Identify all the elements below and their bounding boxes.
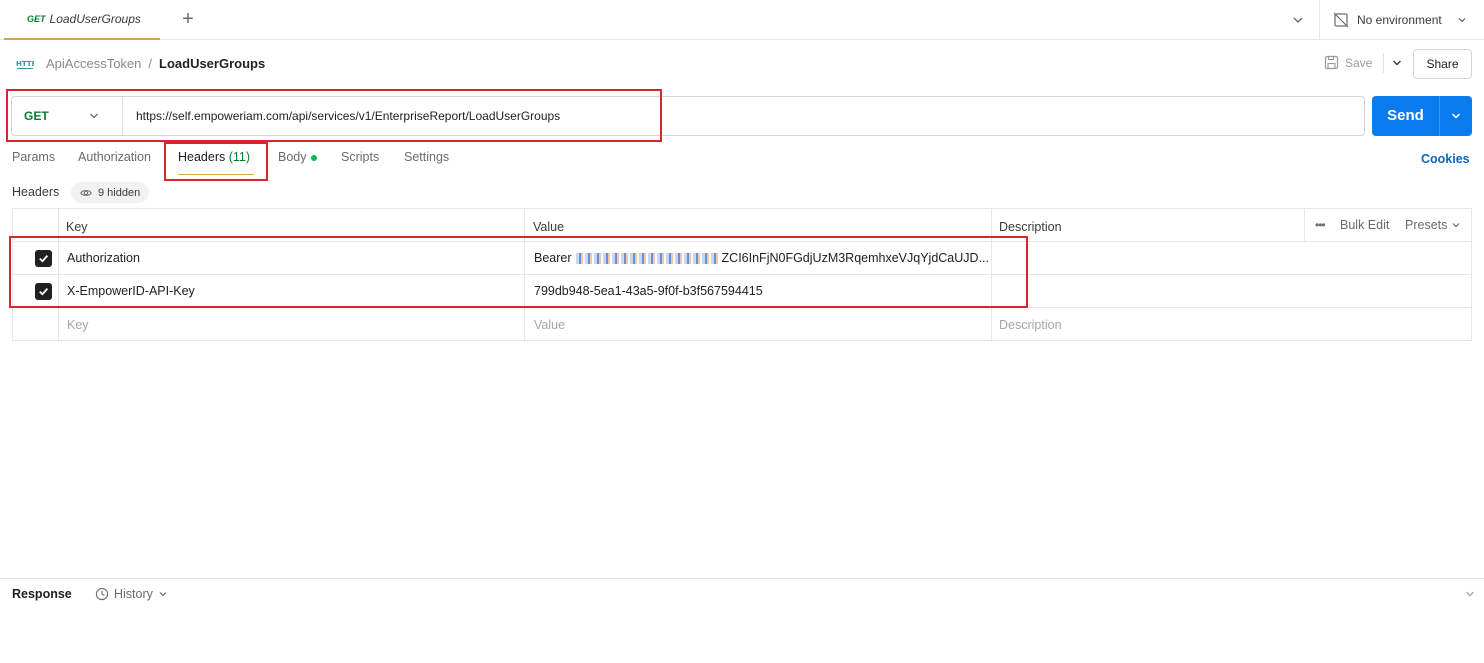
request-tab[interactable]: GET LoadUserGroups bbox=[4, 0, 160, 40]
bulk-edit-button[interactable]: Bulk Edit bbox=[1340, 209, 1389, 241]
history-dropdown[interactable]: History bbox=[95, 587, 173, 601]
tab-scripts[interactable]: Scripts bbox=[341, 150, 379, 164]
body-status-dot-icon bbox=[310, 154, 317, 161]
environment-selector[interactable]: No environment bbox=[1333, 10, 1476, 30]
active-tab-underline bbox=[178, 174, 254, 175]
tab-body[interactable]: Body bbox=[278, 150, 317, 164]
breadcrumb: HTTP ApiAccessToken / LoadUserGroups bbox=[16, 52, 265, 74]
history-icon bbox=[95, 587, 109, 601]
share-button[interactable]: Share bbox=[1413, 49, 1472, 79]
table-row: X-EmpowerID-API-Key 799db948-5ea1-43a5-9… bbox=[13, 275, 1471, 308]
cookies-link[interactable]: Cookies bbox=[1421, 152, 1470, 166]
breadcrumb-parent[interactable]: ApiAccessToken bbox=[46, 56, 141, 71]
save-label: Save bbox=[1345, 55, 1373, 70]
svg-text:HTTP: HTTP bbox=[16, 60, 34, 68]
response-collapse-chevron-down-icon[interactable] bbox=[1464, 588, 1476, 600]
send-button-group: Send bbox=[1372, 96, 1472, 136]
breadcrumb-separator: / bbox=[148, 55, 153, 71]
tab-headers-count: (11) bbox=[228, 150, 251, 164]
redacted-token-segment bbox=[575, 252, 720, 264]
tab-authorization[interactable]: Authorization bbox=[78, 150, 151, 164]
table-row-empty: Key Value Description bbox=[13, 308, 1471, 341]
header-key[interactable]: X-EmpowerID-API-Key bbox=[67, 275, 195, 307]
checkbox-checked-icon bbox=[35, 249, 52, 267]
tab-headers[interactable]: Headers (11) bbox=[178, 150, 250, 164]
new-description-input[interactable]: Description bbox=[999, 308, 1062, 341]
history-label: History bbox=[114, 587, 153, 601]
tab-title: LoadUserGroups bbox=[49, 12, 141, 26]
tab-settings[interactable]: Settings bbox=[404, 150, 449, 164]
history-chevron-down-icon bbox=[159, 592, 167, 597]
save-options-chevron-down-icon[interactable] bbox=[1383, 53, 1403, 73]
tab-method: GET bbox=[27, 14, 46, 24]
headers-section-label: Headers bbox=[12, 185, 60, 199]
send-button[interactable]: Send bbox=[1372, 96, 1439, 136]
method-label: GET bbox=[24, 109, 49, 123]
more-options-icon[interactable]: ••• bbox=[1315, 209, 1326, 241]
new-value-input[interactable]: Value bbox=[534, 308, 565, 341]
send-options-chevron-down-icon[interactable] bbox=[1439, 96, 1472, 136]
method-chevron-down-icon bbox=[90, 113, 98, 119]
hidden-headers-toggle[interactable]: 9 hidden bbox=[71, 182, 150, 203]
environment-label: No environment bbox=[1357, 13, 1442, 27]
header-value-prefix: Bearer bbox=[534, 251, 572, 265]
new-key-input[interactable]: Key bbox=[67, 308, 89, 341]
presets-chevron-down-icon bbox=[1452, 223, 1460, 228]
save-icon bbox=[1324, 55, 1339, 70]
row-checkbox[interactable] bbox=[35, 275, 52, 307]
column-divider bbox=[1304, 209, 1305, 241]
method-select[interactable]: GET bbox=[12, 97, 123, 135]
tab-bar: GET LoadUserGroups + No environment bbox=[0, 0, 1484, 40]
no-environment-icon bbox=[1333, 12, 1349, 28]
divider bbox=[0, 578, 1484, 579]
new-tab-plus-icon[interactable]: + bbox=[178, 9, 198, 29]
tab-body-label: Body bbox=[278, 150, 307, 164]
url-bar: GET https://self.empoweriam.com/api/serv… bbox=[11, 96, 1365, 136]
checkbox-checked-icon bbox=[35, 282, 52, 300]
tab-params[interactable]: Params bbox=[12, 150, 55, 164]
headers-table: Key Value Description ••• Bulk Edit Pres… bbox=[12, 208, 1472, 342]
breadcrumb-current[interactable]: LoadUserGroups bbox=[159, 56, 265, 71]
divider bbox=[1319, 0, 1320, 40]
row-checkbox[interactable] bbox=[35, 242, 52, 274]
tabs-chevron-down-icon[interactable] bbox=[1289, 11, 1307, 29]
header-value-text: ZCI6InFjN0FGdjUzM3RqemhxeVJqYjdCaUJD... bbox=[721, 251, 989, 265]
presets-dropdown[interactable]: Presets bbox=[1405, 209, 1461, 241]
response-tab[interactable]: Response bbox=[12, 587, 72, 601]
eye-icon bbox=[80, 189, 92, 196]
url-input[interactable]: https://self.empoweriam.com/api/services… bbox=[136, 97, 560, 135]
environment-chevron-down-icon bbox=[1458, 18, 1466, 23]
table-header-row: Key Value Description ••• Bulk Edit Pres… bbox=[13, 209, 1471, 242]
presets-label: Presets bbox=[1405, 218, 1448, 232]
header-value[interactable]: Bearer ZCI6InFjN0FGdjUzM3RqemhxeVJqYjdCaU… bbox=[534, 242, 989, 274]
header-value[interactable]: 799db948-5ea1-43a5-9f0f-b3f567594415 bbox=[534, 275, 763, 307]
header-key[interactable]: Authorization bbox=[67, 242, 140, 274]
save-button[interactable]: Save bbox=[1324, 55, 1372, 70]
tab-headers-label: Headers bbox=[178, 150, 226, 164]
column-header-value: Value bbox=[533, 220, 565, 234]
column-header-key: Key bbox=[66, 220, 88, 234]
http-icon: HTTP bbox=[16, 60, 34, 69]
table-row: Authorization Bearer ZCI6InFjN0FGdjUzM3Rq… bbox=[13, 242, 1471, 275]
hidden-headers-label: 9 hidden bbox=[98, 186, 141, 199]
column-header-description: Description bbox=[999, 220, 1062, 234]
